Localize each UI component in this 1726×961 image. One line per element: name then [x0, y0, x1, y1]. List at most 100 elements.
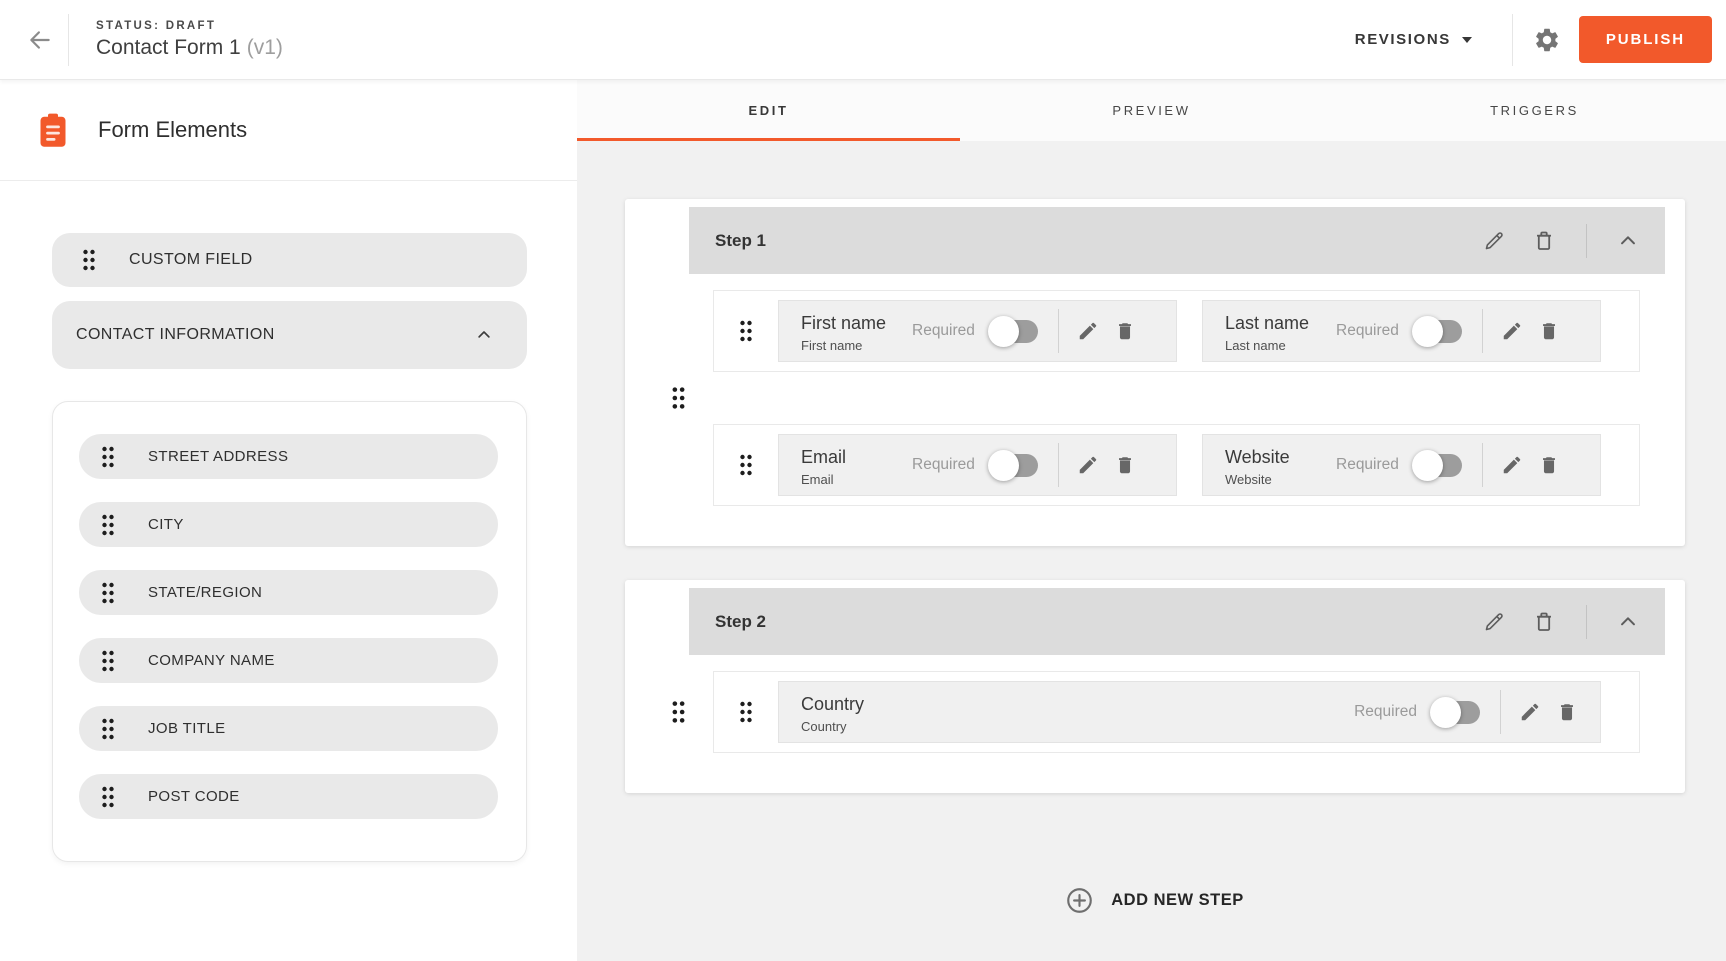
edit-step-button[interactable]	[1482, 610, 1506, 634]
drag-handle-icon	[739, 454, 753, 476]
status-badge: STATUS: DRAFT	[96, 20, 283, 32]
tab-triggers[interactable]: TRIGGERS	[1343, 80, 1726, 141]
sidebar-group-contact-information[interactable]: CONTACT INFORMATION	[52, 301, 527, 369]
row-drag-handle[interactable]	[714, 701, 778, 723]
required-toggle[interactable]	[1416, 320, 1462, 343]
step-drag-handle-icon[interactable]	[671, 701, 686, 724]
trash-icon	[1114, 320, 1136, 342]
revisions-button[interactable]: REVISIONS	[1355, 31, 1472, 48]
field-info: Last name Last name	[1225, 310, 1321, 353]
row-drag-handle[interactable]	[714, 454, 778, 476]
sidebar-field-item[interactable]: COMPANY NAME	[79, 638, 498, 683]
title-block: STATUS: DRAFT Contact Form 1(v1)	[96, 20, 283, 60]
edit-field-button[interactable]	[1501, 320, 1523, 342]
row-drag-handle[interactable]	[714, 320, 778, 342]
row-fields: Email Email Required Website Website Req…	[778, 434, 1601, 496]
field-sublabel: Email	[801, 472, 897, 487]
toggle-knob	[988, 450, 1019, 481]
arrow-left-icon	[27, 27, 53, 53]
drag-handle-icon	[101, 786, 115, 808]
sidebar-item-label: STREET ADDRESS	[148, 448, 288, 465]
edit-field-button[interactable]	[1077, 454, 1099, 476]
sidebar-field-item[interactable]: JOB TITLE	[79, 706, 498, 751]
back-button[interactable]	[18, 18, 62, 62]
trash-icon	[1532, 610, 1556, 634]
add-new-step-button[interactable]: ADD NEW STEP	[1066, 887, 1244, 914]
tab-edit[interactable]: EDIT	[577, 80, 960, 141]
field-card: Website Website Required	[1202, 434, 1601, 496]
delete-field-button[interactable]	[1538, 454, 1560, 476]
chevron-up-icon	[475, 326, 493, 344]
delete-field-button[interactable]	[1556, 701, 1578, 723]
trash-icon	[1538, 320, 1560, 342]
row-fields: First name First name Required Last name…	[778, 300, 1601, 362]
field-row: First name First name Required Last name…	[713, 290, 1640, 372]
sidebar-field-item[interactable]: CITY	[79, 502, 498, 547]
collapse-step-button[interactable]	[1617, 611, 1639, 633]
delete-field-button[interactable]	[1538, 320, 1560, 342]
delete-field-button[interactable]	[1114, 320, 1136, 342]
drag-handle-icon	[101, 718, 115, 740]
sidebar-header: Form Elements	[0, 80, 577, 181]
trash-icon	[1538, 454, 1560, 476]
edit-field-button[interactable]	[1519, 701, 1541, 723]
chevron-up-icon	[1617, 230, 1639, 252]
field-row: Email Email Required Website Website Req…	[713, 424, 1640, 506]
field-sublabel: Website	[1225, 472, 1321, 487]
required-toggle[interactable]	[992, 320, 1038, 343]
chevron-up-icon	[1617, 611, 1639, 633]
step-drag-handle-icon[interactable]	[671, 387, 686, 410]
delete-step-button[interactable]	[1532, 610, 1556, 634]
sidebar-field-item[interactable]: STATE/REGION	[79, 570, 498, 615]
drag-handle-icon	[82, 249, 96, 271]
sidebar-field-item[interactable]: STREET ADDRESS	[79, 434, 498, 479]
sidebar-item-custom-field[interactable]: CUSTOM FIELD	[52, 233, 527, 287]
settings-button[interactable]	[1533, 26, 1561, 54]
steps-list: Step 1 First name First name	[625, 199, 1685, 827]
step-rows: First name First name Required Last name…	[713, 290, 1640, 506]
clipboard-icon	[38, 113, 68, 148]
trash-icon	[1114, 454, 1136, 476]
page-title: Contact Form 1(v1)	[96, 36, 283, 60]
required-label: Required	[912, 322, 975, 340]
sidebar-field-item[interactable]: POST CODE	[79, 774, 498, 819]
main-canvas: Step 1 First name First name	[577, 141, 1726, 961]
tab-label: TRIGGERS	[1490, 103, 1579, 118]
step-header: Step 1	[689, 207, 1665, 274]
toggle-knob	[1430, 697, 1461, 728]
add-step-label: ADD NEW STEP	[1111, 891, 1244, 910]
drag-handle-icon	[739, 320, 753, 342]
sidebar-item-label: STATE/REGION	[148, 584, 262, 601]
step-rows: Country Country Required	[713, 671, 1640, 753]
required-toggle[interactable]	[1416, 454, 1462, 477]
drag-handle-icon	[101, 650, 115, 672]
field-label: Email	[801, 444, 897, 470]
sidebar-item-label: POST CODE	[148, 788, 240, 805]
app-root: STATUS: DRAFT Contact Form 1(v1) REVISIO…	[0, 0, 1726, 961]
delete-field-button[interactable]	[1114, 454, 1136, 476]
topbar: STATUS: DRAFT Contact Form 1(v1) REVISIO…	[0, 0, 1726, 80]
step-actions-divider	[1586, 224, 1587, 258]
edit-field-button[interactable]	[1077, 320, 1099, 342]
required-label: Required	[1336, 456, 1399, 474]
required-toggle[interactable]	[1434, 701, 1480, 724]
edit-step-button[interactable]	[1482, 229, 1506, 253]
field-label: First name	[801, 310, 897, 336]
field-info: Website Website	[1225, 444, 1321, 487]
collapse-step-button[interactable]	[1617, 230, 1639, 252]
publish-button[interactable]: PUBLISH	[1579, 16, 1712, 63]
tab-preview[interactable]: PREVIEW	[960, 80, 1343, 141]
trash-icon	[1556, 701, 1578, 723]
tab-label: EDIT	[748, 103, 788, 118]
step-actions	[1482, 605, 1639, 639]
toggle-knob	[1412, 316, 1443, 347]
delete-step-button[interactable]	[1532, 229, 1556, 253]
field-divider	[1482, 309, 1483, 353]
edit-field-button[interactable]	[1501, 454, 1523, 476]
field-card: Country Country Required	[778, 681, 1601, 743]
required-toggle[interactable]	[992, 454, 1038, 477]
pencil-icon	[1482, 610, 1506, 634]
plus-circle-icon	[1066, 887, 1093, 914]
topbar-divider	[68, 14, 69, 66]
required-label: Required	[912, 456, 975, 474]
